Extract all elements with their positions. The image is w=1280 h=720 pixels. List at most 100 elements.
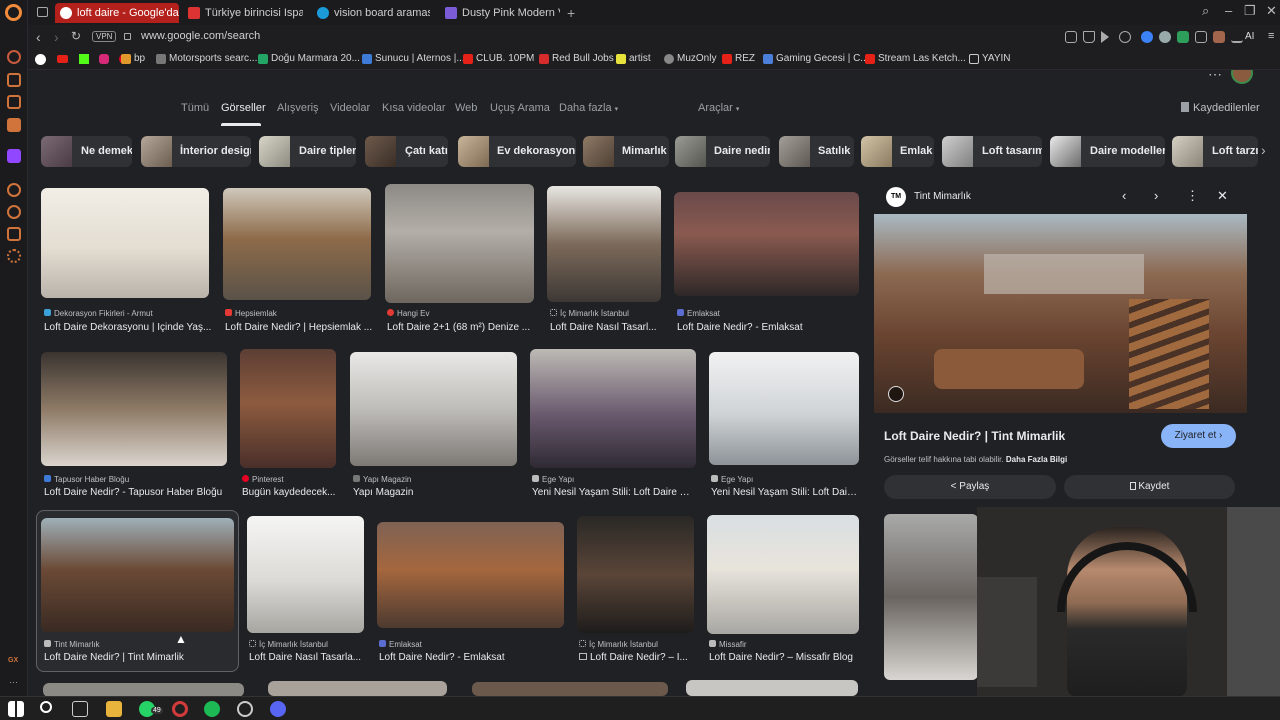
bookmark-folder-yayin[interactable]: YAYIN <box>969 53 1011 64</box>
download-icon[interactable] <box>1231 31 1243 43</box>
result-image[interactable] <box>472 682 668 696</box>
search-icon[interactable] <box>40 701 52 713</box>
opera-gx-taskbar-icon[interactable] <box>172 701 188 717</box>
chip-ne-demek[interactable]: Ne demek <box>41 136 132 167</box>
opera-gx-logo[interactable] <box>5 4 22 21</box>
chip-loft-tarzi[interactable]: Loft tarzı <box>1172 136 1258 167</box>
result-image[interactable] <box>547 186 661 302</box>
result-source[interactable]: Ege Yapı <box>532 475 574 484</box>
back-icon[interactable]: ‹ <box>36 29 41 45</box>
close-preview-icon[interactable]: ✕ <box>1217 188 1228 204</box>
tab-turkiye-birincisi[interactable]: Türkiye birincisi Isparta'da <box>183 3 303 23</box>
forward-icon[interactable]: › <box>54 29 59 45</box>
preview-image[interactable] <box>874 214 1247 413</box>
result-title[interactable]: Loft Daire Nedir? | Hepsiemlak ... <box>225 322 373 333</box>
bookmark-dogu-marmara[interactable]: Doğu Marmara 20... <box>258 53 360 64</box>
result-source[interactable]: Tint Mimarlık <box>44 640 99 649</box>
result-title[interactable]: Loft Daire Nedir? – İ... <box>579 652 697 663</box>
close-window-icon[interactable]: ✕ <box>1266 3 1277 19</box>
result-image[interactable] <box>268 681 447 696</box>
menu-icon[interactable]: ≡ <box>1268 30 1274 42</box>
result-source[interactable]: Emlaksat <box>379 640 422 649</box>
related-image[interactable] <box>884 514 978 680</box>
new-tab-plus-icon[interactable]: + <box>567 5 575 21</box>
gx-label[interactable]: GX <box>8 657 18 664</box>
result-title[interactable]: Loft Daire Nedir? - Tapusor Haber Bloğu <box>44 487 232 498</box>
file-explorer-icon[interactable] <box>106 701 122 717</box>
bookmark-bp[interactable]: bp <box>121 53 145 64</box>
chip-satilik[interactable]: Satılık <box>779 136 854 167</box>
result-title[interactable]: Loft Daire 2+1 (68 m²) Denize ... <box>387 322 539 333</box>
vpn-badge[interactable]: VPN <box>92 31 117 42</box>
account-avatar[interactable] <box>1231 70 1253 84</box>
visit-button[interactable]: Ziyaret et › <box>1161 424 1236 448</box>
result-source[interactable]: Hepsiemlak <box>225 309 277 318</box>
nav-tab-flights[interactable]: Uçuş Arama <box>490 102 550 114</box>
heart-icon[interactable] <box>1119 31 1131 43</box>
extensions-icon[interactable] <box>7 227 21 241</box>
discord-icon[interactable] <box>270 701 286 717</box>
result-source[interactable]: Missafir <box>709 640 747 649</box>
bookmark-club[interactable]: CLUB. 10PM <box>463 53 534 64</box>
result-title[interactable]: Yeni Nesil Yaşam Stili: Loft Dair... <box>711 487 857 498</box>
result-title[interactable]: Loft Daire Nasıl Tasarl... <box>550 322 666 333</box>
nav-tab-images[interactable]: Görseller <box>221 102 266 114</box>
result-image[interactable] <box>674 192 859 296</box>
task-view-icon[interactable] <box>72 701 88 717</box>
result-title[interactable]: Loft Daire Nedir? – Missafir Blog <box>709 652 859 663</box>
more-icon[interactable]: ··· <box>9 677 18 687</box>
steelseries-icon[interactable] <box>237 701 253 717</box>
search-tabs-icon[interactable]: ⌕ <box>1202 3 1209 19</box>
nav-tab-videos[interactable]: Videolar <box>330 102 370 114</box>
result-title[interactable]: Bugün kaydedecek... <box>242 487 342 498</box>
result-source[interactable]: Hangi Ev <box>387 309 429 318</box>
result-image[interactable] <box>240 349 336 468</box>
chip-daire-tipleri[interactable]: Daire tipleri <box>259 136 356 167</box>
extension-blue-icon[interactable] <box>1141 31 1153 43</box>
result-title[interactable]: Loft Daire Nedir? - Emlaksat <box>379 652 559 663</box>
result-title[interactable]: Loft Daire Nedir? - Emlaksat <box>677 322 862 333</box>
result-image[interactable] <box>530 349 696 468</box>
nav-tab-web[interactable]: Web <box>455 102 477 114</box>
bookmark-stream-las-ketch[interactable]: Stream Las Ketch... <box>865 53 966 64</box>
puzzle-icon[interactable] <box>1195 31 1207 43</box>
next-result-icon[interactable]: › <box>1154 188 1158 203</box>
saved-link[interactable]: Kaydedilenler <box>1181 102 1260 114</box>
chip-loft-tasarim[interactable]: Loft tasarım <box>942 136 1042 167</box>
chip-cati-kati[interactable]: Çatı katı <box>365 136 448 167</box>
preview-site-name[interactable]: Tint Mimarlık <box>914 191 971 202</box>
maximize-icon[interactable]: ❐ <box>1244 3 1256 19</box>
google-lens-icon[interactable] <box>888 386 904 402</box>
google-bookmark-icon[interactable] <box>35 54 46 65</box>
news-icon[interactable] <box>7 95 21 109</box>
extension-grey-icon[interactable] <box>1159 31 1171 43</box>
result-image[interactable] <box>350 352 517 466</box>
result-image[interactable] <box>223 188 371 300</box>
result-image[interactable] <box>709 352 859 465</box>
history-icon[interactable] <box>7 205 21 219</box>
youtube-bookmark-icon[interactable] <box>57 55 68 63</box>
bookmark-muzonly[interactable]: MuzOnly <box>664 53 716 64</box>
result-image[interactable] <box>247 516 364 633</box>
snapshot-icon[interactable] <box>1065 31 1077 43</box>
chips-next-icon[interactable]: › <box>1261 142 1266 158</box>
result-source[interactable]: Yapı Magazin <box>353 475 411 484</box>
minimize-icon[interactable]: – <box>1225 3 1232 18</box>
profile-avatar-icon[interactable] <box>1213 31 1225 43</box>
result-title[interactable]: Loft Daire Nasıl Tasarla... <box>249 652 365 663</box>
tools-button[interactable]: Araçlar ▾ <box>698 102 739 114</box>
windows-start-icon[interactable] <box>8 701 24 717</box>
chip-ev-dekorasyonu[interactable]: Ev dekorasyonu <box>458 136 576 167</box>
instagram-bookmark-icon[interactable] <box>99 54 109 64</box>
result-image[interactable] <box>41 352 227 466</box>
nav-tab-more[interactable]: Daha fazla ▾ <box>559 102 618 114</box>
share-button[interactable]: < Paylaş <box>884 475 1056 499</box>
result-image[interactable] <box>686 680 858 696</box>
settings-icon[interactable] <box>7 249 21 263</box>
result-source[interactable]: İç Mimarlık İstanbul <box>579 640 658 649</box>
tab-dusty-pink[interactable]: Dusty Pink Modern Vision <box>440 3 560 23</box>
result-title[interactable]: Yapı Magazin <box>353 487 513 498</box>
result-image[interactable] <box>577 516 694 633</box>
tab-loft-daire[interactable]: loft daire - Google'da Ara <box>55 3 179 23</box>
bookmark-artist[interactable]: artist <box>616 53 651 64</box>
